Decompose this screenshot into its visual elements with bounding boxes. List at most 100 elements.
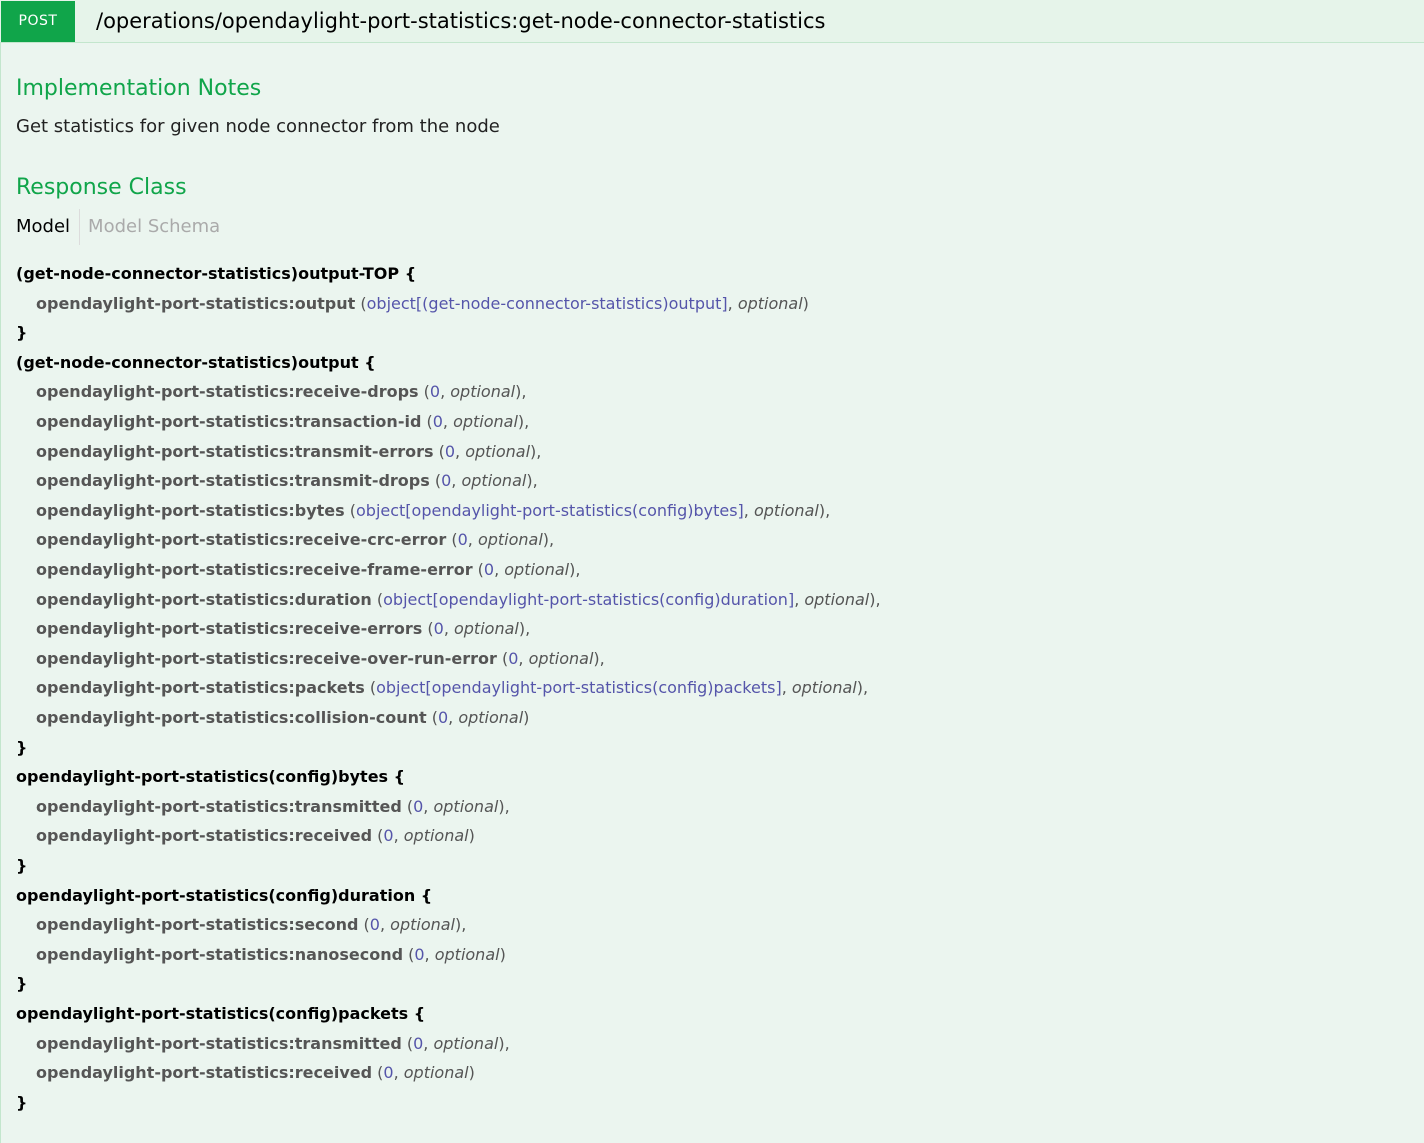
operation-content: Implementation Notes Get statistics for …: [0, 43, 1424, 1143]
paren-open: (: [429, 471, 442, 491]
model-property-line: opendaylight-port-statistics:second (0, …: [36, 914, 466, 936]
model-name-line: (get-node-connector-statistics)output {: [16, 352, 376, 374]
model-property-line: opendaylight-port-statistics:received (0…: [36, 825, 475, 847]
comma: ,: [727, 293, 738, 313]
optional-label: optional: [461, 471, 527, 491]
comma: ,: [494, 560, 505, 579]
property-type: 0: [414, 944, 425, 964]
model-property-line: opendaylight-port-statistics:received (0…: [36, 1062, 475, 1084]
property-name: opendaylight-port-statistics:duration: [36, 589, 372, 609]
response-class-heading: Response Class: [16, 175, 187, 200]
property-type: 0: [413, 796, 424, 816]
optional-label: optional: [528, 648, 594, 668]
property-name: opendaylight-port-statistics:output: [36, 293, 356, 313]
open-brace: {: [364, 352, 376, 372]
property-name: opendaylight-port-statistics:received: [36, 1063, 373, 1083]
property-name: opendaylight-port-statistics:bytes: [36, 500, 345, 520]
separator: ,: [532, 471, 538, 491]
paren-close: ): [523, 708, 530, 727]
model-name: (get-node-connector-statistics)output-TO…: [16, 264, 400, 283]
property-type: 0: [437, 708, 449, 727]
property-type: 0: [383, 1063, 394, 1083]
property-type: 0: [444, 441, 456, 461]
model-name-line: opendaylight-port-statistics(config)byte…: [16, 766, 405, 788]
property-name: opendaylight-port-statistics:receive-ove…: [36, 648, 497, 668]
paren-open: (: [344, 500, 356, 520]
property-type: 0: [369, 915, 380, 935]
optional-label: optional: [804, 589, 870, 609]
comma: ,: [424, 944, 435, 964]
model-property-line: opendaylight-port-statistics:receive-crc…: [36, 529, 554, 551]
implementation-notes-heading: Implementation Notes: [16, 76, 262, 101]
optional-label: optional: [504, 560, 570, 579]
comma: ,: [442, 412, 454, 431]
property-type: 0: [429, 382, 441, 402]
model-property-line: opendaylight-port-statistics:transaction…: [36, 411, 529, 433]
separator: ,: [875, 589, 881, 609]
open-brace: {: [393, 767, 406, 787]
model-name: opendaylight-port-statistics(config)pack…: [16, 1004, 409, 1023]
paren-open: (: [403, 944, 415, 964]
property-name: opendaylight-port-statistics:transmit-dr…: [36, 471, 430, 491]
paren-open: (: [401, 1033, 414, 1053]
comma: ,: [423, 796, 434, 816]
tab-model[interactable]: Model: [16, 209, 79, 245]
model-name: (get-node-connector-statistics)output: [16, 352, 359, 372]
property-type: object[(get-node-connector-statistics)ou…: [366, 293, 728, 313]
operation-header[interactable]: POST /operations/opendaylight-port-stati…: [0, 0, 1424, 43]
property-name: opendaylight-port-statistics:transmitted: [36, 1033, 402, 1053]
separator: ,: [521, 382, 527, 402]
optional-label: optional: [477, 530, 543, 550]
optional-label: optional: [753, 500, 819, 520]
property-type: 0: [441, 471, 452, 491]
property-name: opendaylight-port-statistics:transaction…: [36, 412, 422, 431]
comma: ,: [781, 678, 792, 698]
property-type: 0: [432, 412, 443, 431]
property-type: 0: [413, 1033, 424, 1053]
separator: ,: [599, 648, 605, 668]
model-name-line: (get-node-connector-statistics)output-TO…: [16, 263, 416, 285]
endpoint-path-link[interactable]: /operations/opendaylight-port-statistics…: [96, 0, 825, 43]
property-name: opendaylight-port-statistics:receive-fra…: [36, 560, 473, 579]
http-method-badge[interactable]: POST: [1, 1, 75, 42]
comma: ,: [451, 471, 462, 491]
property-type: object[opendaylight-port-statistics(conf…: [356, 500, 744, 520]
property-type: 0: [483, 560, 495, 579]
separator: ,: [524, 412, 530, 431]
model-property-line: opendaylight-port-statistics:transmitted…: [36, 796, 510, 818]
close-brace: }: [16, 737, 28, 757]
property-name: opendaylight-port-statistics:transmitted: [36, 796, 402, 816]
paren-open: (: [372, 826, 384, 846]
close-brace: }: [16, 1092, 28, 1112]
comma: ,: [379, 915, 391, 935]
paren-open: (: [426, 708, 438, 727]
comma: ,: [393, 1063, 404, 1083]
model-property-line: opendaylight-port-statistics:receive-err…: [36, 618, 530, 640]
paren-close: ): [468, 826, 475, 846]
optional-label: optional: [791, 678, 857, 698]
property-type: 0: [508, 648, 519, 668]
paren-open: (: [446, 530, 458, 550]
model-property-line: opendaylight-port-statistics:nanosecond …: [36, 944, 506, 966]
model-property-line: opendaylight-port-statistics:duration (o…: [36, 589, 881, 611]
separator: ,: [461, 915, 467, 935]
paren-open: (: [433, 441, 445, 461]
paren-close: ): [802, 293, 809, 313]
model-tabs: Model Model Schema: [16, 209, 220, 245]
close-brace: }: [16, 856, 28, 875]
model-property-line: opendaylight-port-statistics:packets (ob…: [36, 677, 868, 699]
separator: ,: [504, 796, 510, 816]
open-brace: {: [420, 885, 433, 905]
model-property-line: opendaylight-port-statistics:receive-fra…: [36, 559, 580, 581]
paren-open: (: [355, 293, 367, 313]
comma: ,: [423, 1033, 434, 1053]
paren-open: (: [358, 915, 370, 935]
comma: ,: [455, 441, 466, 461]
open-brace: {: [404, 264, 417, 283]
tab-model-schema[interactable]: Model Schema: [79, 209, 220, 245]
property-type: 0: [383, 826, 394, 846]
model-property-line: opendaylight-port-statistics:output (obj…: [36, 293, 809, 315]
property-type: object[opendaylight-port-statistics(conf…: [376, 678, 782, 698]
close-brace: }: [16, 323, 28, 343]
property-name: opendaylight-port-statistics:receive-err…: [36, 619, 423, 639]
